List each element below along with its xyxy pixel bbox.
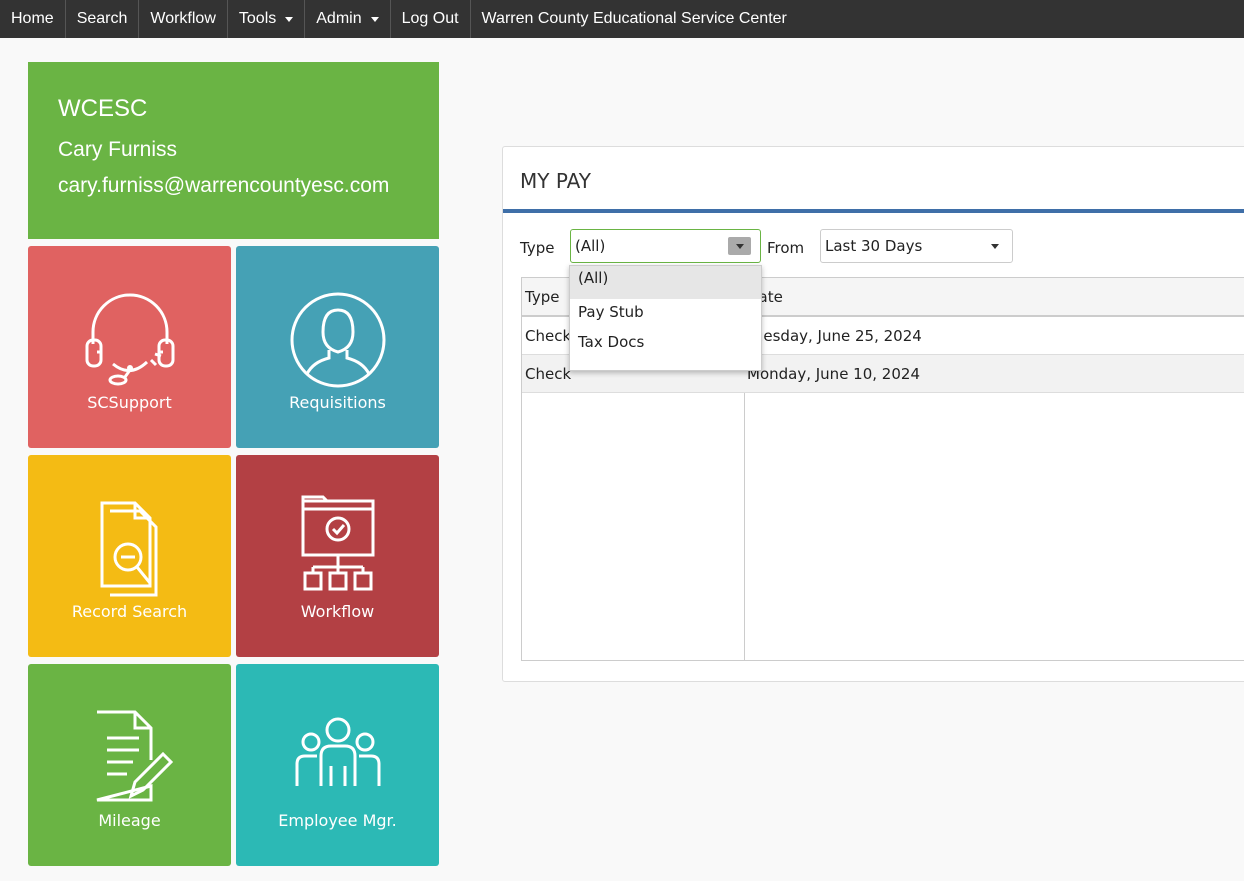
nav-home[interactable]: Home	[0, 0, 66, 38]
person-icon	[290, 292, 385, 388]
tile-label: Record Search	[71, 602, 188, 621]
caret-down-icon	[285, 16, 294, 22]
top-navigation: Home Search Workflow Tools Admin Log Out…	[0, 0, 1244, 38]
column-header-type[interactable]: Type	[525, 288, 559, 306]
dropdown-option-tax-docs[interactable]: Tax Docs	[570, 332, 761, 365]
dropdown-option-pay-stub[interactable]: Pay Stub	[570, 299, 761, 332]
tile-scsupport[interactable]: SCSupport	[28, 246, 231, 448]
nav-tools[interactable]: Tools	[228, 0, 306, 38]
dropdown-arrow-icon[interactable]	[728, 237, 751, 255]
my-pay-panel: MY PAY Type (All) From Last 30 Days Type…	[502, 146, 1244, 682]
nav-org-name: Warren County Educational Service Center	[481, 10, 787, 27]
title-divider	[503, 209, 1244, 213]
cell-type: Check	[525, 327, 572, 345]
headset-icon	[85, 293, 174, 386]
caret-down-icon	[991, 244, 999, 249]
tile-employee-mgr[interactable]: Employee Mgr.	[236, 664, 439, 866]
type-select[interactable]: (All)	[570, 229, 761, 263]
cell-date: Monday, June 10, 2024	[747, 365, 920, 383]
profile-org: WCESC	[58, 95, 148, 122]
tile-workflow[interactable]: Workflow	[236, 455, 439, 657]
nav-logout[interactable]: Log Out	[391, 0, 471, 38]
tile-label: Employee Mgr.	[278, 811, 397, 830]
tile-record-search[interactable]: Record Search	[28, 455, 231, 657]
profile-panel: WCESC Cary Furniss cary.furniss@warrenco…	[28, 62, 439, 239]
tile-label: Requisitions	[289, 393, 386, 412]
tile-label: Mileage	[98, 811, 161, 830]
tile-label: Workflow	[300, 602, 375, 621]
document-search-icon	[100, 501, 157, 597]
type-label: Type	[520, 239, 555, 257]
from-select[interactable]: Last 30 Days	[820, 229, 1013, 263]
dropdown-option-all[interactable]: (All)	[570, 266, 761, 299]
nav-workflow[interactable]: Workflow	[139, 0, 228, 38]
profile-email: cary.furniss@warrencountyesc.com	[58, 174, 390, 197]
nav-admin[interactable]: Admin	[305, 0, 391, 38]
tile-label: SCSupport	[87, 393, 172, 412]
group-icon	[295, 717, 380, 786]
tile-requisitions[interactable]: Requisitions	[236, 246, 439, 448]
cell-date: Tuesday, June 25, 2024	[747, 327, 922, 345]
type-dropdown-list: (All) Pay Stub Tax Docs	[569, 265, 762, 371]
panel-title: MY PAY	[520, 169, 591, 193]
nav-search[interactable]: Search	[66, 0, 140, 38]
caret-down-icon	[370, 16, 379, 22]
from-label: From	[767, 239, 805, 257]
document-edit-icon	[96, 710, 173, 802]
workflow-icon	[301, 495, 374, 591]
tile-mileage[interactable]: Mileage	[28, 664, 231, 866]
profile-name: Cary Furniss	[58, 138, 178, 161]
cell-type: Check	[525, 365, 572, 383]
